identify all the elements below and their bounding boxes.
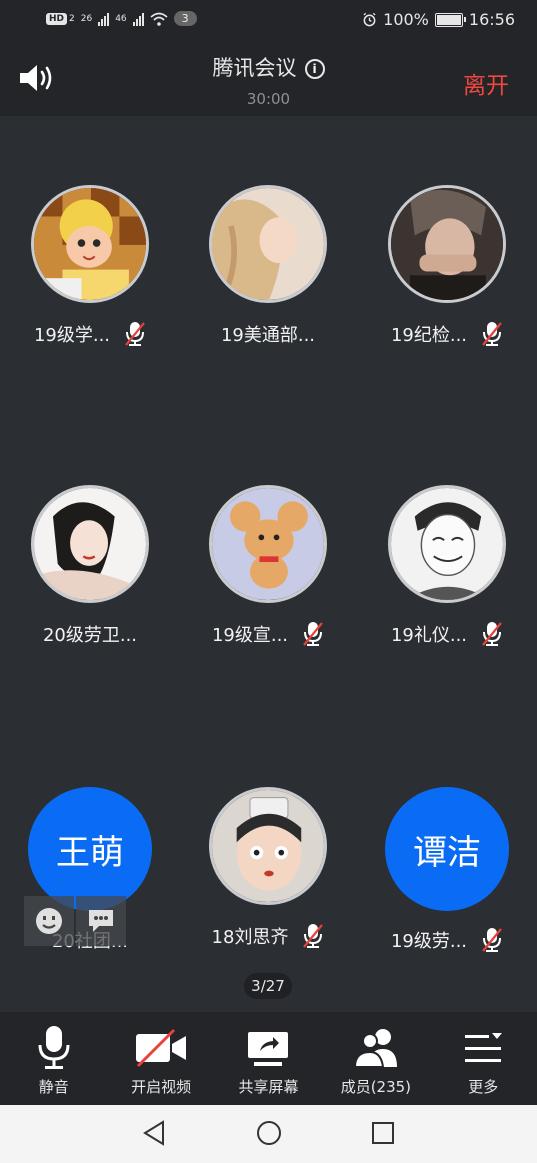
emoji-icon xyxy=(36,908,62,934)
participant-initials-avatar: 谭洁 xyxy=(385,787,509,911)
share-screen-icon xyxy=(248,1032,289,1066)
alarm-icon xyxy=(363,12,376,27)
more-label: 更多 xyxy=(468,1078,499,1096)
leave-button[interactable]: 离开 xyxy=(463,66,509,100)
video-off-icon xyxy=(136,1028,187,1068)
meeting-toolbar: 静音 开启视频 共享屏幕 成员(235) 更多 xyxy=(0,1012,537,1105)
participant-tile[interactable]: 20级劳卫... xyxy=(10,485,170,647)
participant-tile[interactable]: 谭洁 19级劳... xyxy=(367,787,527,953)
participant-initials-avatar: 王萌 xyxy=(28,787,152,911)
participant-name: 18刘思齐 xyxy=(211,927,289,948)
microphone-icon xyxy=(38,1026,70,1069)
floating-action-bar xyxy=(24,896,126,946)
chat-button[interactable] xyxy=(76,896,126,946)
participant-avatar xyxy=(31,185,149,303)
chat-icon xyxy=(89,910,113,932)
network-type-1: 26 xyxy=(80,13,93,24)
clock-time: 16:56 xyxy=(468,10,515,29)
battery-icon xyxy=(434,12,466,27)
participant-tile[interactable]: 19礼仪... xyxy=(367,485,527,647)
mic-muted-icon xyxy=(303,924,324,948)
start-video-button[interactable]: 开启视频 xyxy=(107,1012,214,1105)
participant-name: 19级劳... xyxy=(390,931,468,952)
mic-muted-icon xyxy=(482,928,502,952)
home-icon[interactable] xyxy=(255,1119,283,1147)
participant-avatar xyxy=(388,485,506,603)
meeting-timer: 30:00 xyxy=(246,90,291,108)
participant-name: 19美通部... xyxy=(220,325,316,346)
participant-tile[interactable]: 18刘思齐 xyxy=(188,787,348,949)
participant-name: 19礼仪... xyxy=(390,625,468,646)
members-label: 成员(235) xyxy=(340,1078,412,1096)
participant-avatar xyxy=(31,485,149,603)
share-screen-button[interactable]: 共享屏幕 xyxy=(215,1012,322,1105)
more-menu-icon xyxy=(465,1033,503,1062)
participant-name: 19纪检... xyxy=(390,325,468,346)
mic-muted-icon xyxy=(482,622,502,646)
battery-percent: 100% xyxy=(383,10,429,29)
share-screen-label: 共享屏幕 xyxy=(238,1078,299,1096)
mic-muted-icon xyxy=(125,322,145,346)
participant-tile[interactable]: 19纪检... xyxy=(367,185,527,347)
participant-tile[interactable]: 19美通部... xyxy=(188,185,348,347)
participant-avatar xyxy=(209,485,327,603)
info-icon[interactable]: i xyxy=(304,59,325,79)
hd-sub: 2 xyxy=(69,13,75,24)
participant-tile[interactable]: 19级学... xyxy=(10,185,170,347)
participant-tile[interactable]: 19级宣... xyxy=(188,485,348,647)
mute-label: 静音 xyxy=(38,1078,69,1096)
meeting-title[interactable]: 腾讯会议 xyxy=(213,56,297,80)
mic-muted-icon xyxy=(303,622,323,646)
emoji-button[interactable] xyxy=(24,896,74,946)
wifi-icon xyxy=(150,12,168,26)
notification-count-badge: 3 xyxy=(173,11,197,26)
page-indicator: 3/27 xyxy=(244,973,292,999)
mute-button[interactable]: 静音 xyxy=(0,1012,107,1105)
network-type-2: 46 xyxy=(115,13,127,24)
participant-avatar xyxy=(209,787,327,905)
status-bar: HD 2 26 46 3 100% 16:56 xyxy=(0,0,537,42)
mic-muted-icon xyxy=(482,322,502,346)
members-icon xyxy=(353,1029,397,1068)
signal-icon xyxy=(98,12,110,26)
meeting-header: 腾讯会议 i 30:00 离开 xyxy=(0,42,537,116)
participant-name: 19级宣... xyxy=(211,625,289,646)
signal-icon xyxy=(132,12,144,26)
hd-indicator: HD xyxy=(46,12,68,25)
recents-icon[interactable] xyxy=(370,1119,396,1147)
members-button[interactable]: 成员(235) xyxy=(322,1012,429,1105)
participant-avatar xyxy=(388,185,506,303)
start-video-label: 开启视频 xyxy=(131,1078,192,1096)
system-nav-bar xyxy=(0,1105,537,1163)
participant-avatar xyxy=(209,185,327,303)
participant-name: 19级学... xyxy=(33,325,111,346)
back-icon[interactable] xyxy=(141,1119,167,1147)
participant-name: 20级劳卫... xyxy=(42,625,138,646)
more-button[interactable]: 更多 xyxy=(430,1012,537,1105)
